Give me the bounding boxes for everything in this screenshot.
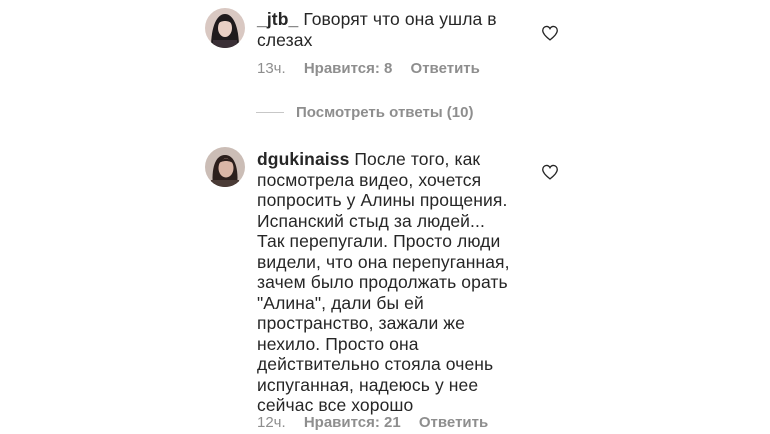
like-heart-icon[interactable] xyxy=(541,25,559,41)
comment-text: _jtb_ Говорят что она ушла в слезах xyxy=(257,9,497,50)
reply-button[interactable]: Ответить xyxy=(411,60,480,77)
like-heart-icon[interactable] xyxy=(541,164,559,180)
comment-username[interactable]: dgukinaiss xyxy=(257,149,349,169)
comment-meta: 13ч. Нравится: 8 Ответить xyxy=(257,60,480,77)
avatar[interactable] xyxy=(205,147,245,187)
comment-item: dgukinaiss После того, как посмотрела ви… xyxy=(0,140,770,434)
comment-text: dgukinaiss После того, как посмотрела ви… xyxy=(257,149,510,416)
comment-item: _jtb_ Говорят что она ушла в слезах 13ч.… xyxy=(0,0,770,130)
comment-body: После того, как посмотрела видео, хочетс… xyxy=(257,149,510,415)
comment-likes[interactable]: Нравится: 8 xyxy=(304,60,393,77)
view-replies-button[interactable]: Посмотреть ответы (10) xyxy=(256,101,473,123)
avatar[interactable] xyxy=(205,8,245,48)
comment-meta: 12ч. Нравится: 21 Ответить xyxy=(257,414,488,431)
view-replies-label: Посмотреть ответы (10) xyxy=(296,103,474,121)
comment-username[interactable]: _jtb_ xyxy=(257,9,298,29)
divider-line xyxy=(256,111,284,113)
comment-time[interactable]: 13ч. xyxy=(257,60,286,77)
comment-likes[interactable]: Нравится: 21 xyxy=(304,414,401,431)
reply-button[interactable]: Ответить xyxy=(419,414,488,431)
comment-time[interactable]: 12ч. xyxy=(257,414,286,431)
